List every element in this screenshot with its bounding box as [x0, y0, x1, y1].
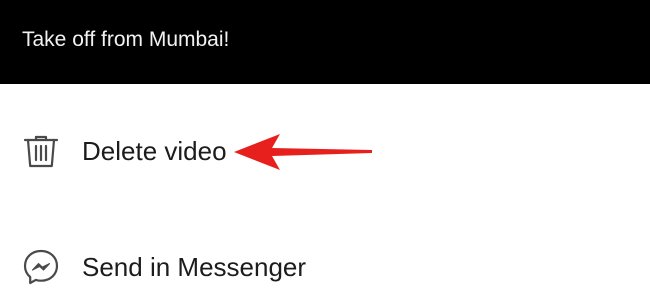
- delete-video-label: Delete video: [82, 136, 227, 166]
- video-options-sheet: Take off from Mumbai! Delete video Send …: [0, 0, 650, 306]
- send-in-messenger-option[interactable]: Send in Messenger: [0, 226, 650, 306]
- messenger-icon: [20, 246, 62, 288]
- video-caption: Take off from Mumbai!: [22, 28, 230, 51]
- trash-icon: [20, 130, 62, 172]
- red-arrow-annotation: [232, 131, 374, 171]
- send-in-messenger-label: Send in Messenger: [82, 252, 307, 282]
- video-caption-bar: Take off from Mumbai!: [0, 0, 650, 84]
